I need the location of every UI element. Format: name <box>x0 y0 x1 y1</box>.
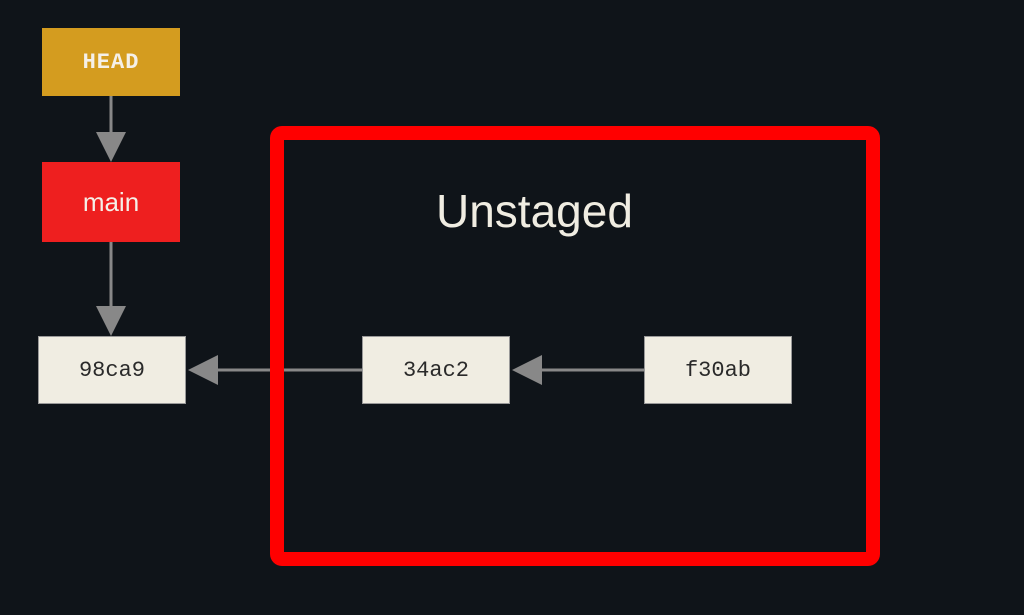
unstaged-title: Unstaged <box>436 184 633 238</box>
branch-main: main <box>42 162 180 242</box>
head-pointer: HEAD <box>42 28 180 96</box>
commit-98ca9: 98ca9 <box>38 336 186 404</box>
commit-34ac2: 34ac2 <box>362 336 510 404</box>
commit-f30ab: f30ab <box>644 336 792 404</box>
